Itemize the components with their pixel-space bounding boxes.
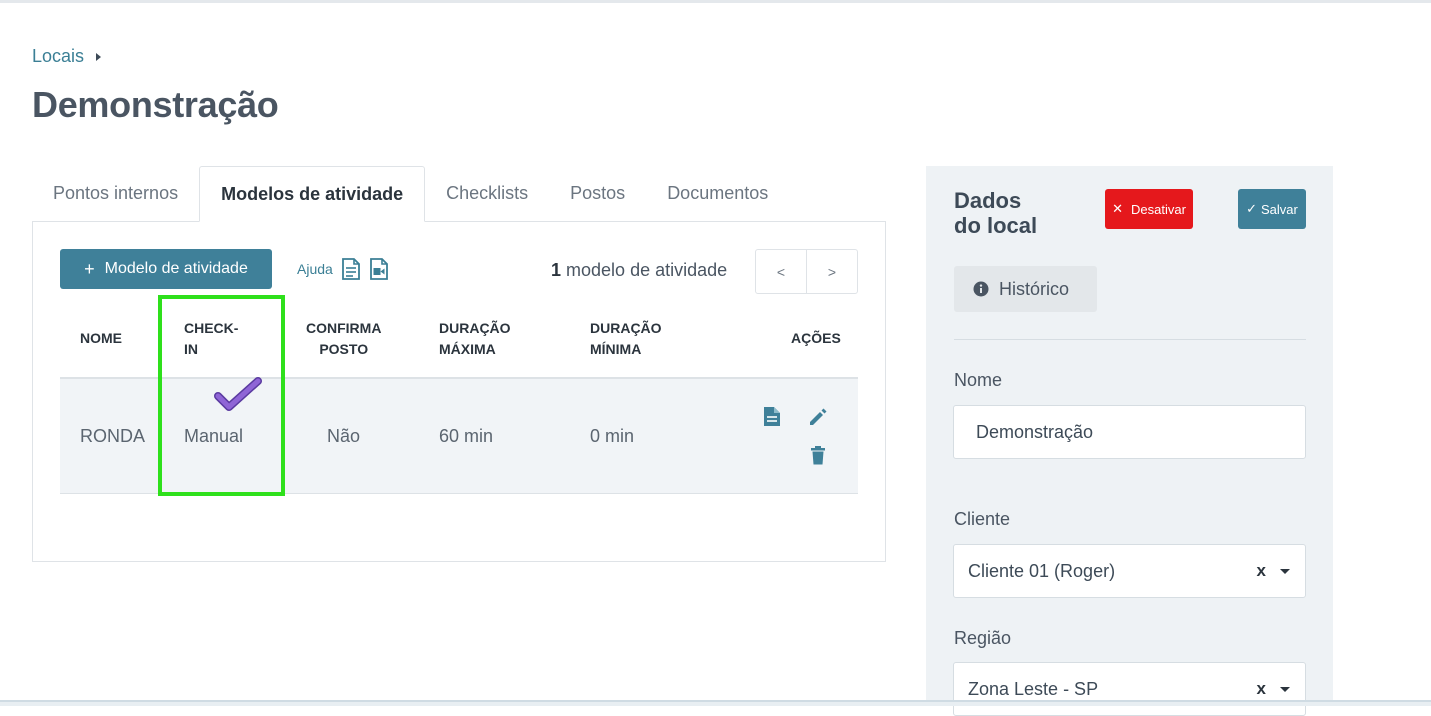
help-links: Ajuda	[297, 258, 389, 280]
col-header-dmax-line1: DURAÇÃO	[439, 320, 511, 336]
nome-field[interactable]: Demonstração	[953, 405, 1306, 459]
regiao-label: Região	[954, 628, 1012, 648]
history-button[interactable]: Histórico	[954, 266, 1097, 312]
video-file-icon[interactable]	[369, 258, 389, 280]
col-header-dmax-line2: MÁXIMA	[439, 341, 496, 357]
tab-checklists[interactable]: Checklists	[425, 166, 549, 221]
next-page-button[interactable]: >	[807, 250, 857, 293]
page-title: Demonstração	[32, 84, 279, 125]
tab-pontos-internos[interactable]: Pontos internos	[32, 166, 199, 221]
cliente-label: Cliente	[954, 509, 1011, 529]
delete-trash-icon[interactable]	[810, 446, 826, 465]
col-header-confirma-posto: CONFIRMA POSTO	[306, 318, 381, 360]
cell-confirma-posto: Não	[327, 426, 361, 446]
col-header-dmin-line2: MÍNIMA	[590, 341, 642, 357]
deactivate-button[interactable]: ✕ Desativar	[1105, 189, 1193, 229]
deactivate-label: Desativar	[1130, 201, 1186, 217]
clear-cliente-icon[interactable]: x	[1257, 561, 1266, 581]
plus-icon: +	[84, 258, 95, 279]
col-header-duracao-maxima: DURAÇÃO MÁXIMA	[439, 318, 511, 360]
nome-value: Demonstração	[976, 421, 1094, 442]
info-icon	[973, 281, 989, 297]
clear-regiao-icon[interactable]: x	[1257, 679, 1266, 699]
checkmark-icon	[214, 377, 262, 411]
bottom-divider	[0, 700, 1431, 706]
model-count-text: modelo de atividade	[566, 260, 728, 280]
document-icon[interactable]	[341, 258, 361, 280]
sidebar-divider	[954, 339, 1306, 340]
edit-pencil-icon[interactable]	[808, 407, 828, 427]
save-button[interactable]: ✓ Salvar	[1238, 189, 1306, 229]
cell-nome: RONDA	[80, 426, 146, 446]
col-header-acoes: AÇÕES	[791, 330, 841, 346]
add-activity-model-button[interactable]: + Modelo de atividade	[60, 249, 272, 289]
breadcrumb: Locais	[32, 46, 102, 67]
add-activity-model-label: Modelo de atividade	[104, 260, 248, 277]
caret-right-icon	[96, 52, 102, 61]
regiao-value: Zona Leste - SP	[968, 678, 1099, 699]
cliente-value: Cliente 01 (Roger)	[968, 560, 1116, 581]
chevron-down-icon[interactable]	[1280, 686, 1290, 692]
sidebar-title: Dados do local	[954, 188, 1037, 238]
cell-duracao-maxima: 60 min	[439, 426, 494, 446]
top-divider	[0, 0, 1431, 3]
col-header-confirma-line1: CONFIRMA	[306, 320, 382, 336]
model-count: 1 modelo de atividade	[551, 260, 727, 281]
cell-duracao-minima: 0 min	[590, 426, 635, 446]
save-label: Salvar	[1261, 201, 1298, 217]
chevron-down-icon[interactable]	[1280, 568, 1290, 574]
check-icon: ✓	[1246, 201, 1258, 216]
prev-page-button[interactable]: <	[756, 250, 807, 293]
col-header-nome: NOME	[80, 330, 122, 346]
help-link[interactable]: Ajuda	[297, 261, 333, 277]
col-header-confirma-line2: POSTO	[319, 341, 369, 357]
sidebar-title-line1: Dados	[954, 188, 1022, 213]
nome-label: Nome	[954, 370, 1003, 390]
tab-postos[interactable]: Postos	[549, 166, 646, 221]
view-document-icon[interactable]	[763, 406, 781, 427]
sidebar-title-line2: do local	[954, 213, 1038, 238]
model-count-number: 1	[551, 260, 562, 280]
breadcrumb-link-locais[interactable]: Locais	[32, 46, 84, 67]
tab-bar: Pontos internos Modelos de atividade Che…	[32, 166, 789, 222]
cliente-select[interactable]: Cliente 01 (Roger) x	[953, 544, 1306, 598]
regiao-select[interactable]: Zona Leste - SP x	[953, 662, 1306, 716]
tab-modelos-de-atividade[interactable]: Modelos de atividade	[199, 166, 426, 222]
col-header-duracao-minima: DURAÇÃO MÍNIMA	[590, 318, 662, 360]
history-label: Histórico	[999, 278, 1070, 299]
col-header-dmin-line1: DURAÇÃO	[590, 320, 662, 336]
close-icon: ✕	[1112, 201, 1123, 216]
pagination: < >	[755, 249, 858, 294]
tab-documentos[interactable]: Documentos	[646, 166, 789, 221]
